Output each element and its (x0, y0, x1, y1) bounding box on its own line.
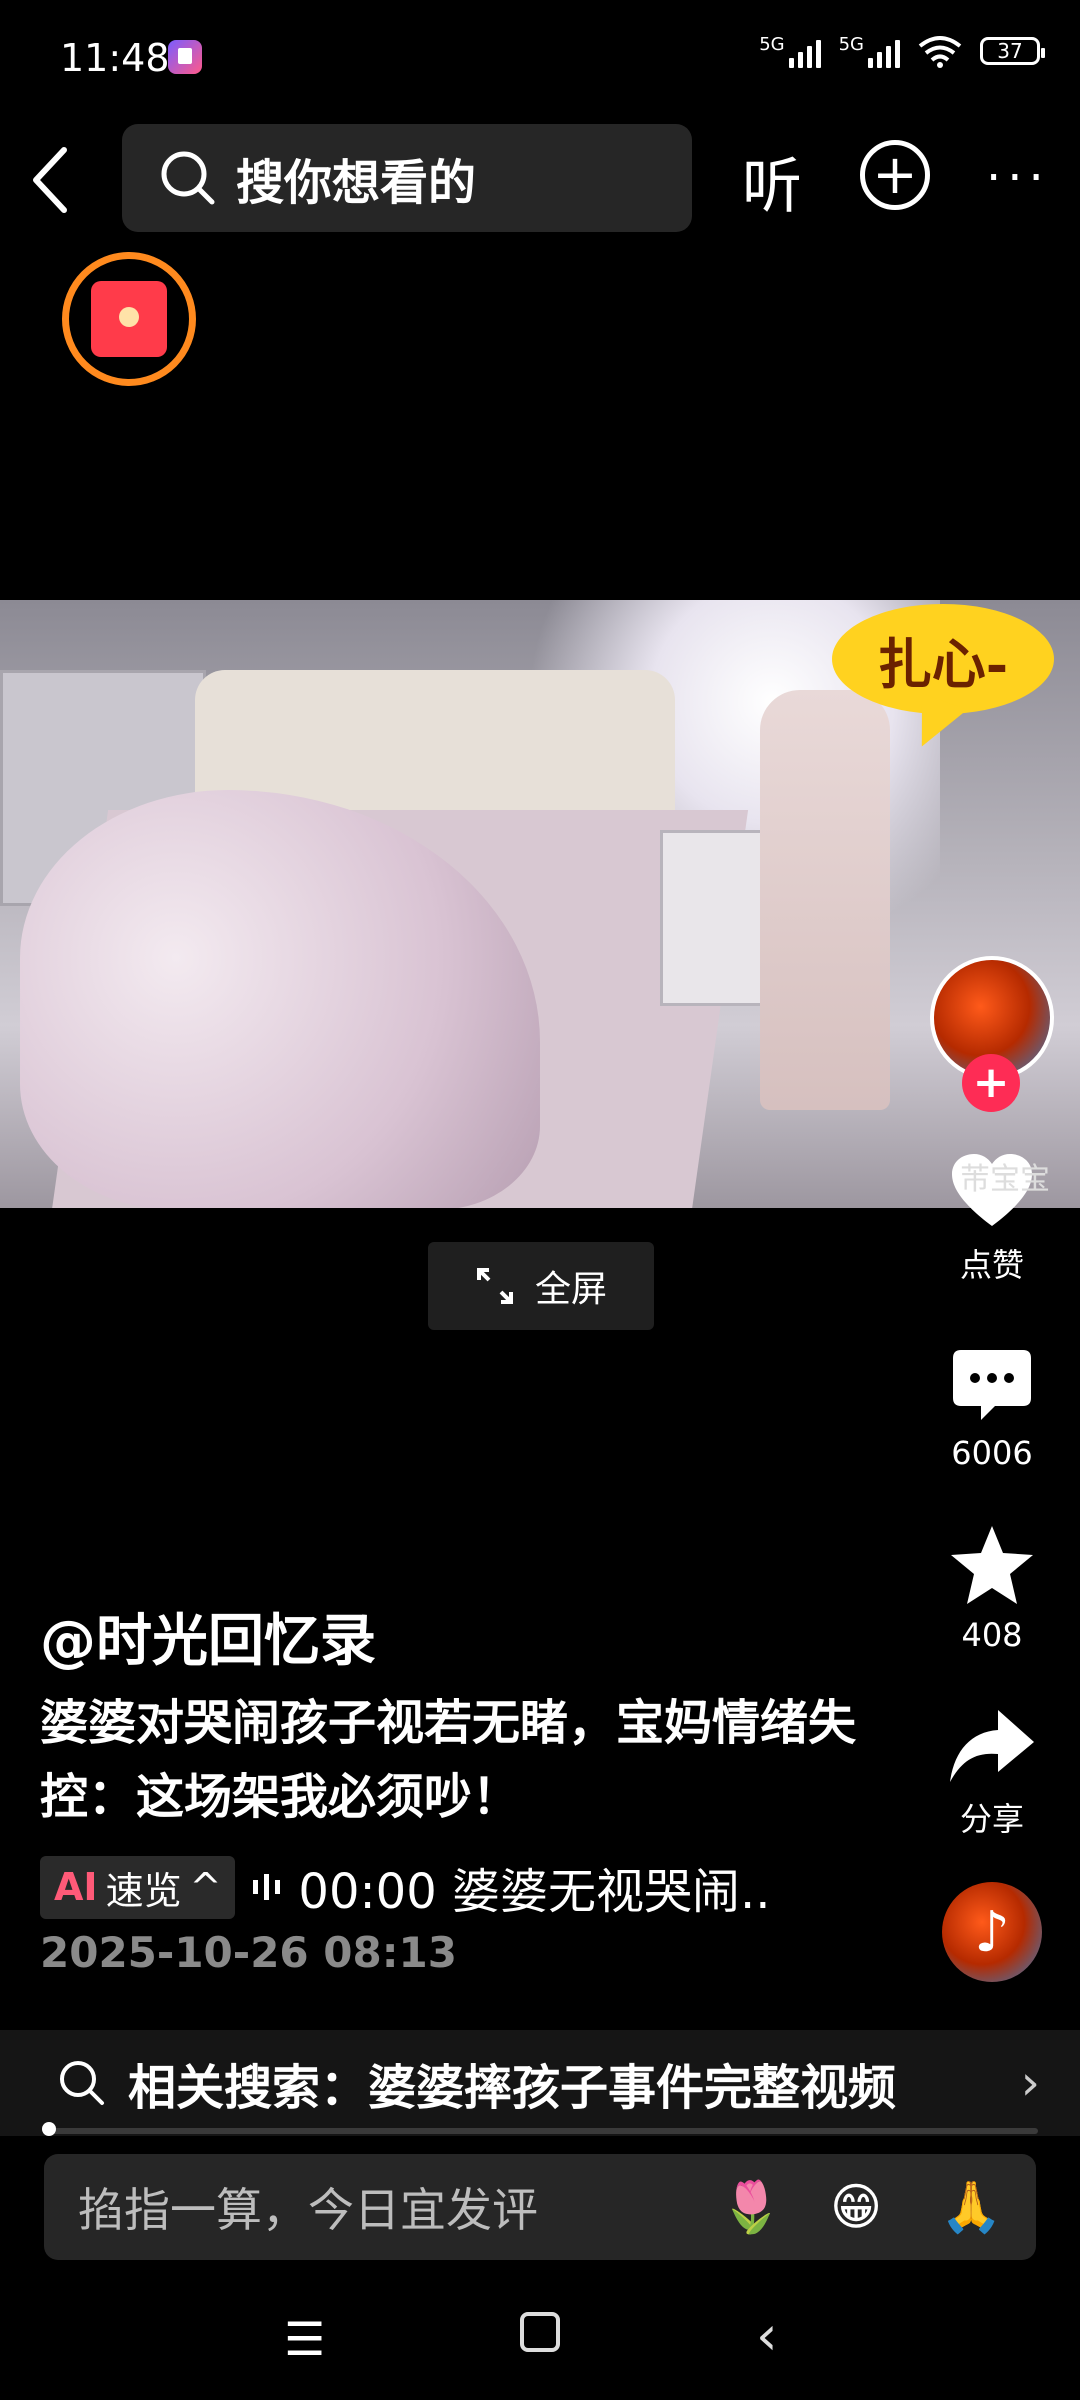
video-scene-person (760, 690, 890, 1110)
related-search-bar[interactable]: 相关搜索：婆婆摔孩子事件完整视频 › (0, 2030, 1080, 2136)
ai-label: AI (54, 1865, 98, 1909)
wifi-icon (918, 36, 962, 68)
comment-placeholder: 掐指一算，今日宜发评 (78, 2183, 538, 2237)
fullscreen-label: 全屏 (534, 1269, 607, 1310)
comment-button[interactable]: 6006 (922, 1348, 1062, 1472)
related-search-text: 相关搜索：婆婆摔孩子事件完整视频 (128, 2060, 897, 2116)
search-icon (161, 151, 215, 205)
ai-summary-text: 00:00 婆婆无视哭闹.. (298, 1864, 771, 1920)
chevron-right-icon: › (1020, 2055, 1040, 2111)
ai-summary-badge[interactable]: AI 速览 ^ (40, 1855, 236, 1919)
pray-emoji-button[interactable]: 🙏 (940, 2178, 1002, 2237)
tulip-emoji-button[interactable]: 🌷 (720, 2178, 782, 2237)
share-arrow-icon (950, 1710, 1034, 1782)
author-name-overlay: 芾宝宝 (960, 1162, 1050, 1197)
network-label-1: 5G (759, 34, 785, 55)
audio-wave-icon (253, 1872, 281, 1902)
comment-count: 6006 (951, 1434, 1033, 1472)
listen-button[interactable]: 听 (742, 138, 802, 225)
status-indicators: 5G 5G 37 (759, 34, 1045, 68)
expand-icon (476, 1268, 513, 1304)
follow-button[interactable]: + (962, 1054, 1020, 1112)
more-button[interactable]: ··· (986, 150, 1050, 206)
star-icon (951, 1526, 1033, 1604)
favorite-button[interactable]: 408 (922, 1524, 1062, 1654)
signal-icon-2: 5G (839, 34, 900, 68)
plus-icon: + (972, 1057, 1010, 1108)
comment-input[interactable]: 掐指一算，今日宜发评 (44, 2154, 1036, 2260)
grin-emoji-button[interactable]: 😁 (830, 2178, 882, 2236)
battery-icon: 37 (980, 37, 1045, 65)
search-icon (60, 2061, 104, 2105)
red-envelope-button[interactable] (62, 252, 196, 386)
red-envelope-icon (91, 281, 167, 357)
menu-nav-button[interactable]: ☰ (284, 2312, 325, 2366)
progress-handle[interactable] (42, 2122, 56, 2136)
post-timestamp: 2025-10-26 08:13 (40, 1928, 457, 1977)
search-input[interactable]: 搜你想看的 (122, 124, 692, 232)
status-time: 11:48 (60, 36, 170, 80)
network-label-2: 5G (838, 34, 864, 55)
back-button[interactable] (22, 140, 82, 220)
video-description: 婆婆对哭闹孩子视若无睹，宝妈情绪失控：这场架我必须吵！ (40, 1695, 857, 1825)
search-placeholder: 搜你想看的 (236, 155, 477, 211)
comment-icon (953, 1350, 1031, 1420)
chevron-up-icon: ^ (189, 1865, 222, 1909)
like-label: 点赞 (959, 1246, 1024, 1284)
video-progress-bar[interactable] (44, 2128, 1038, 2134)
app-notification-icon (168, 40, 202, 74)
create-plus-button[interactable]: + (860, 140, 930, 210)
plus-icon: + (872, 143, 918, 206)
music-disc-button[interactable]: ♪ (942, 1882, 1042, 1982)
fullscreen-button[interactable]: 全屏 (428, 1242, 654, 1330)
share-button[interactable]: 分享 (922, 1708, 1062, 1840)
home-nav-button[interactable] (520, 2312, 560, 2352)
ai-badge-label: 速览 (105, 1868, 182, 1913)
back-nav-button[interactable]: ‹ (756, 2304, 778, 2367)
share-label: 分享 (959, 1800, 1024, 1838)
favorite-count: 408 (961, 1616, 1023, 1654)
signal-icon: 5G (759, 34, 821, 68)
speech-bubble: 扎心- (832, 604, 1054, 714)
video-player[interactable]: 扎心- (0, 600, 1080, 1208)
author-handle[interactable]: @时光回忆录 (40, 1596, 376, 1677)
ai-summary-row[interactable]: AI 速览 ^ 00:00 婆婆无视哭闹.. (40, 1852, 771, 1922)
music-note-icon: ♪ (974, 1899, 1010, 1965)
